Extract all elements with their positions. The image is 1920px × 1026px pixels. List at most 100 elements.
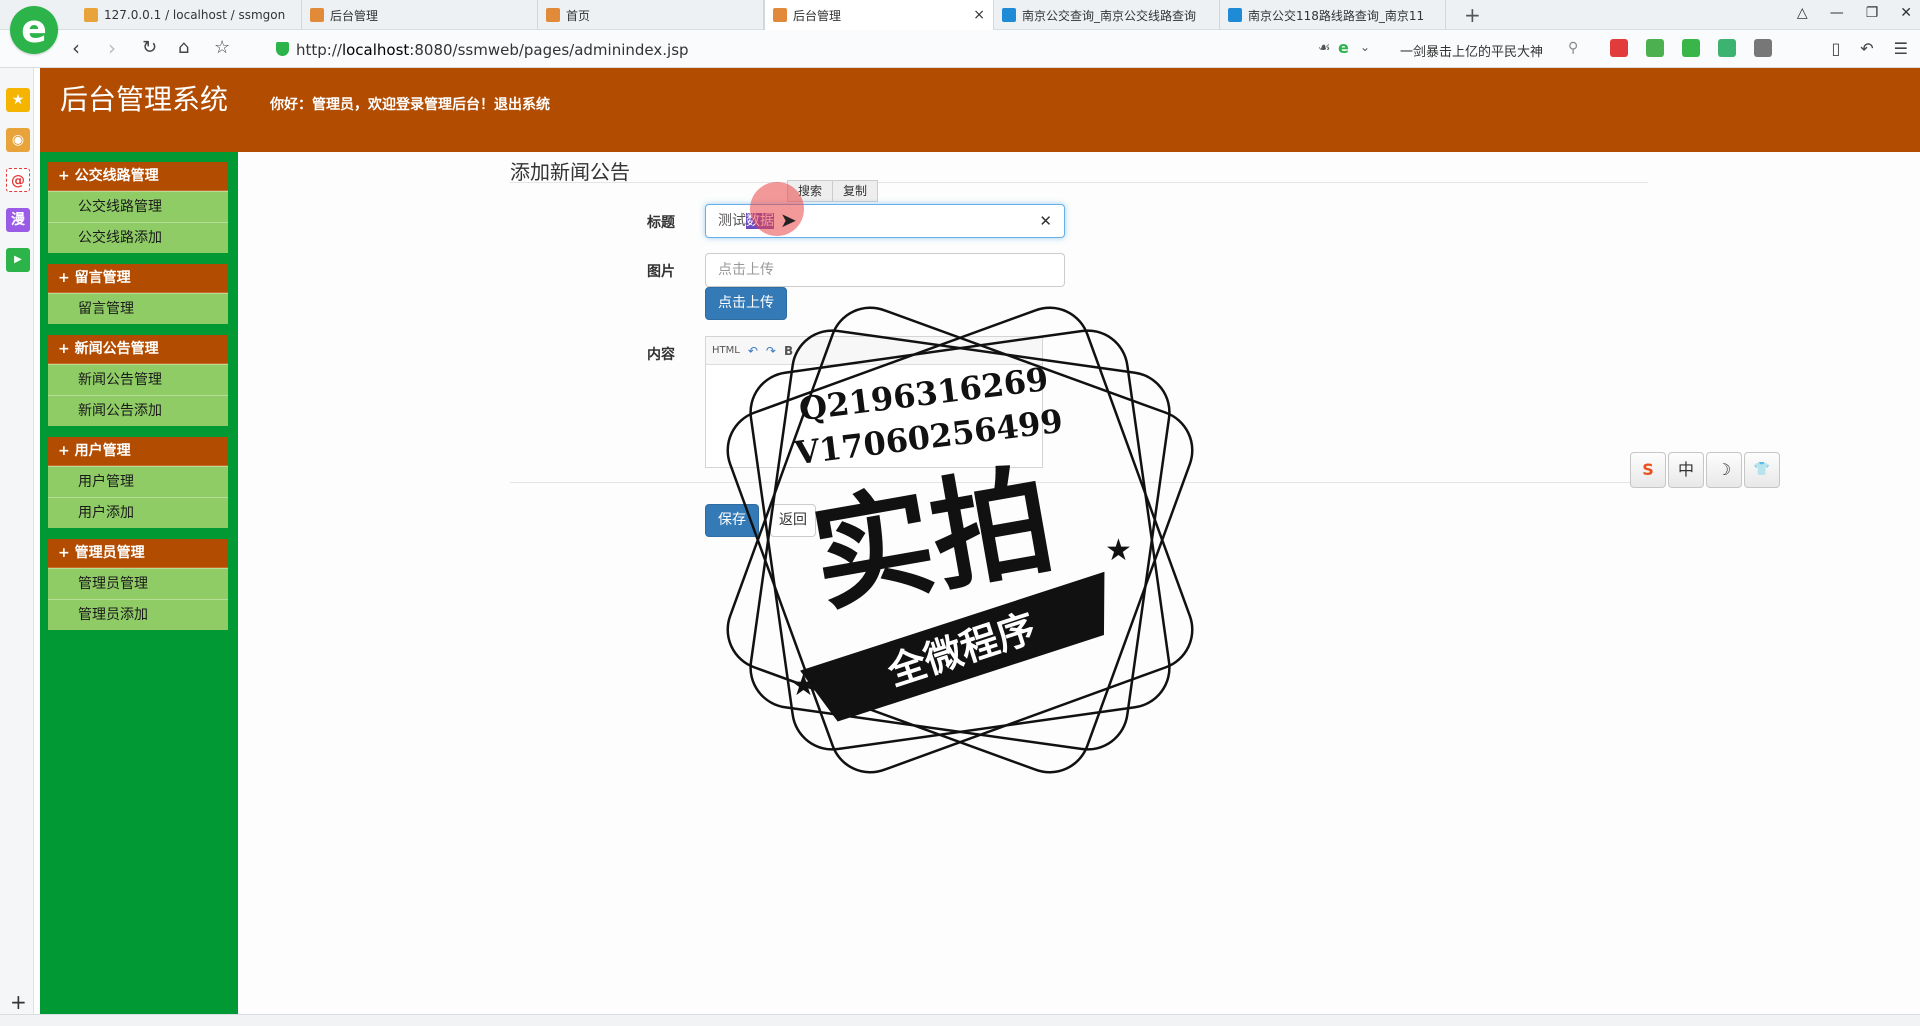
url-field[interactable]: http://localhost:8080/ssmweb/pages/admin… (296, 41, 689, 59)
mail-icon[interactable]: @ (6, 168, 30, 192)
menu-item-user-add[interactable]: 用户添加 (48, 497, 228, 528)
menu-item-user-manage[interactable]: 用户管理 (48, 466, 228, 497)
menu-head-messages[interactable]: + 留言管理 (48, 264, 228, 293)
video-icon[interactable]: ▶ (6, 248, 30, 272)
add-sidebar-icon[interactable]: + (10, 990, 27, 1014)
menu-group-bus-routes: + 公交线路管理 公交线路管理 公交线路添加 (48, 162, 228, 253)
app-title: 后台管理系统 (60, 83, 229, 116)
menu-head-admins[interactable]: + 管理员管理 (48, 539, 228, 568)
game-icon[interactable] (1718, 39, 1736, 57)
image-path-input[interactable]: 点击上传 (705, 253, 1065, 287)
menu-item-news-manage[interactable]: 新闻公告管理 (48, 364, 228, 395)
chevron-down-icon[interactable]: ⌄ (1360, 40, 1370, 54)
menu-item-news-add[interactable]: 新闻公告添加 (48, 395, 228, 426)
browser-tools: ▯ ↶ ☰ (1831, 39, 1908, 58)
site-icon (1002, 8, 1016, 22)
bold-button[interactable]: B (784, 344, 793, 358)
forward-icon[interactable]: › (108, 38, 116, 58)
secure-shield-icon (276, 42, 289, 56)
mouse-cursor-icon: ➤ (780, 208, 797, 232)
greeting-label: 你好：管理员，欢迎登录管理后台！ (270, 97, 494, 113)
minimize-icon[interactable]: — (1830, 5, 1844, 21)
page-icon (773, 8, 787, 22)
favorite-star-icon[interactable]: ☆ (214, 38, 230, 58)
url-host: localhost (341, 41, 410, 59)
page-title: 添加新闻公告 (510, 160, 630, 184)
tab-label: 后台管理 (793, 8, 842, 23)
redo-icon[interactable]: ↷ (766, 344, 776, 358)
menu-item-admin-add[interactable]: 管理员添加 (48, 599, 228, 630)
menu-item-bus-route-manage[interactable]: 公交线路管理 (48, 191, 228, 222)
undo-icon[interactable]: ↶ (1860, 39, 1873, 58)
image-label: 图片 (647, 264, 675, 280)
save-button[interactable]: 保存 (705, 504, 759, 537)
back-button[interactable]: 返回 (770, 504, 816, 537)
tab-label: 127.0.0.1 / localhost / ssmgon (104, 8, 286, 22)
shield-icon[interactable] (1682, 39, 1700, 57)
home-icon[interactable]: ⌂ (178, 38, 189, 58)
reload-icon[interactable]: ↻ (142, 38, 157, 58)
app-header: 后台管理系统 你好：管理员，欢迎登录管理后台！退出系统 (40, 68, 1920, 152)
browser-logo-icon: e (10, 6, 58, 54)
render-mode-icon[interactable]: e (1338, 38, 1349, 57)
title-input-text: 测试 (718, 213, 746, 229)
divider (510, 182, 1648, 183)
browser-tab-nanjing-bus[interactable]: 南京公交查询_南京公交线路查询 (994, 0, 1220, 30)
menu-head-news[interactable]: + 新闻公告管理 (48, 335, 228, 364)
address-bar: ‹ › ↻ ⌂ ☆ http://localhost:8080/ssmweb/p… (0, 30, 1920, 68)
moon-icon[interactable]: ☽ (1706, 452, 1742, 488)
content-editor[interactable]: HTML ↶ ↷ B (705, 336, 1043, 468)
copy-selection-button[interactable]: 复制 (832, 180, 879, 202)
menu-group-admins: + 管理员管理 管理员管理 管理员添加 (48, 539, 228, 630)
admin-sidebar: + 公交线路管理 公交线路管理 公交线路添加 + 留言管理 留言管理 + 新闻公… (40, 152, 238, 1014)
restore-icon[interactable]: ❐ (1866, 5, 1879, 21)
browser-tab-nanjing-118[interactable]: 南京公交118路线路查询_南京11 (1220, 0, 1446, 30)
menu-item-message-manage[interactable]: 留言管理 (48, 293, 228, 324)
divider (510, 482, 1648, 483)
sogou-ime-icon[interactable]: S (1630, 452, 1666, 488)
logout-link[interactable]: 退出系统 (494, 97, 550, 113)
comic-icon[interactable]: 漫 (6, 208, 30, 232)
browser-status-bar (0, 1014, 1920, 1026)
apps-icon[interactable] (1754, 39, 1772, 57)
back-icon[interactable]: ‹ (72, 38, 80, 58)
title-label: 标题 (647, 215, 675, 231)
upload-button[interactable]: 点击上传 (705, 287, 787, 320)
menu-item-bus-route-add[interactable]: 公交线路添加 (48, 222, 228, 253)
tab-label: 后台管理 (330, 8, 379, 23)
ime-chinese-mode-button[interactable]: 中 (1668, 452, 1704, 488)
browser-tab-admin-1[interactable]: 后台管理 (302, 0, 538, 30)
browser-tab-home[interactable]: 首页 (538, 0, 764, 30)
undo-icon[interactable]: ↶ (748, 344, 758, 358)
image-input-placeholder: 点击上传 (718, 262, 774, 278)
html-source-button[interactable]: HTML (712, 345, 740, 356)
browser-tab-admin-active[interactable]: 后台管理 × (764, 0, 994, 30)
menu-head-bus-routes[interactable]: + 公交线路管理 (48, 162, 228, 191)
menu-group-users: + 用户管理 用户管理 用户添加 (48, 437, 228, 528)
search-icon[interactable]: ⚲ (1568, 40, 1578, 56)
main-content: 添加新闻公告 搜索 复制 标题 测试数据 ✕ 图片 点击上传 点击上传 内容 H… (238, 152, 1920, 1014)
new-tab-icon[interactable]: + (1464, 3, 1481, 27)
tab-label: 首页 (566, 8, 591, 23)
page-icon (546, 8, 560, 22)
close-window-icon[interactable]: ✕ (1900, 5, 1912, 21)
translate-icon[interactable] (1646, 39, 1664, 57)
menu-item-admin-manage[interactable]: 管理员管理 (48, 568, 228, 599)
scissors-icon[interactable] (1610, 39, 1628, 57)
menu-icon[interactable]: ☰ (1894, 39, 1908, 58)
tab-close-icon[interactable]: × (973, 7, 985, 23)
share-icon[interactable]: ☙ (1318, 40, 1331, 56)
skin-shirt-icon[interactable]: 👕 (1744, 452, 1780, 488)
clear-input-icon[interactable]: ✕ (1039, 205, 1052, 237)
browser-tab-phpmyadmin[interactable]: 127.0.0.1 / localhost / ssmgon (76, 0, 302, 30)
reading-icon[interactable]: ▯ (1831, 39, 1840, 58)
content-label: 内容 (647, 347, 675, 363)
favorites-star-icon[interactable]: ★ (6, 88, 30, 112)
search-suggestion[interactable]: 一剑暴击上亿的平民大神 (1400, 41, 1543, 60)
welcome-text: 你好：管理员，欢迎登录管理后台！退出系统 (270, 94, 550, 114)
menu-head-users[interactable]: + 用户管理 (48, 437, 228, 466)
extension-icons (1610, 39, 1772, 57)
skin-icon[interactable]: △ (1797, 5, 1808, 21)
weibo-icon[interactable]: ◉ (6, 128, 30, 152)
browser-tab-bar: 127.0.0.1 / localhost / ssmgon 后台管理 首页 后… (0, 0, 1920, 30)
